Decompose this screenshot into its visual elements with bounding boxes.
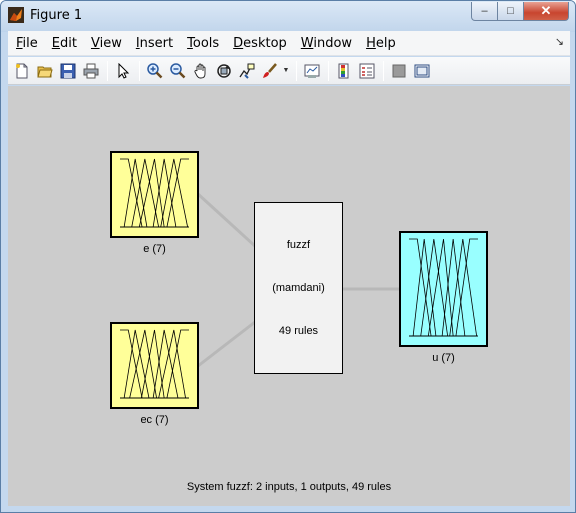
window-controls: – □ ✕ <box>471 2 569 21</box>
input-ec-mf-curve-7 <box>166 329 189 399</box>
new-figure-button[interactable] <box>11 60 33 82</box>
print-icon <box>83 63 99 78</box>
zoom-in-icon <box>147 62 163 78</box>
menu-view[interactable]: View <box>83 36 122 51</box>
print-button[interactable] <box>80 60 102 82</box>
colorbar-button[interactable] <box>333 60 355 82</box>
menu-file[interactable]: File <box>8 36 38 51</box>
input-ec-mf-curve-1 <box>120 329 143 399</box>
system-type: (mamdani) <box>272 282 325 294</box>
minimize-button[interactable]: – <box>471 2 498 21</box>
toolbar-separator <box>383 60 384 81</box>
open-file-button[interactable] <box>34 60 56 82</box>
window-title: Figure 1 <box>30 8 83 23</box>
input-ec-label: ec (7) <box>140 414 169 426</box>
pan-hand-icon <box>194 63 206 78</box>
legend-button[interactable] <box>356 60 378 82</box>
minimize-icon: – <box>481 5 488 17</box>
input-ec-mf-curve-2 <box>123 329 150 399</box>
edit-plot-arrow-icon <box>118 62 130 79</box>
toolbar-separator <box>296 60 297 81</box>
link-plot-button[interactable] <box>301 60 323 82</box>
show-plot-tools-button[interactable] <box>411 60 433 82</box>
maximize-button[interactable]: □ <box>498 2 524 21</box>
figure-window: Figure 1 – □ ✕ File Edit View Insert Tools De… <box>0 0 576 513</box>
brush-icon <box>263 62 277 78</box>
menu-help[interactable]: Help <box>358 36 396 51</box>
rotate-3d-button[interactable] <box>213 60 235 82</box>
system-rule-count: 49 rules <box>278 325 319 337</box>
connector-ec <box>197 320 256 368</box>
input-e-membership-plot <box>120 158 189 228</box>
output-u-block[interactable] <box>399 231 488 347</box>
input-e-block[interactable] <box>110 151 199 238</box>
title-bar[interactable]: Figure 1 – □ ✕ <box>1 1 575 31</box>
legend-icon <box>359 63 375 78</box>
figure-toolbar: ▼ <box>8 57 570 85</box>
close-button[interactable]: ✕ <box>524 2 569 21</box>
toolbar-separator <box>139 60 140 81</box>
new-figure-icon <box>16 63 28 78</box>
menu-desktop[interactable]: Desktop <box>225 36 287 51</box>
menu-tools[interactable]: Tools <box>179 36 219 51</box>
brush-button[interactable] <box>259 60 281 82</box>
input-e-mf-curve-1 <box>120 158 143 228</box>
pan-button[interactable] <box>190 60 212 82</box>
brush-dropdown-arrow-icon[interactable]: ▼ <box>282 60 290 82</box>
output-u-label: u (7) <box>432 352 455 364</box>
zoom-in-button[interactable] <box>144 60 166 82</box>
data-cursor-icon <box>239 63 255 79</box>
output-u-mf-curve-1 <box>409 238 432 337</box>
menubar: File Edit View Insert Tools Desktop Window Help… <box>8 31 570 56</box>
input-ec-membership-plot <box>120 329 189 399</box>
hide-plot-tools-button[interactable] <box>388 60 410 82</box>
toolbar-separator <box>328 60 329 81</box>
input-e-label: e (7) <box>143 243 166 255</box>
save-icon <box>60 63 76 78</box>
output-u-membership-plot <box>409 238 478 337</box>
zoom-out-icon <box>170 62 186 78</box>
rotate-3d-icon <box>217 63 231 78</box>
save-button[interactable] <box>57 60 79 82</box>
input-ec-block[interactable] <box>110 322 199 409</box>
link-plot-icon <box>304 64 320 78</box>
maximize-icon: □ <box>507 5 514 17</box>
hide-plot-tools-icon <box>392 64 406 77</box>
menu-insert[interactable]: Insert <box>128 36 173 51</box>
system-summary: System fuzzf: 2 inputs, 1 outputs, 49 ru… <box>186 481 392 493</box>
close-icon: ✕ <box>540 3 552 18</box>
input-ec-mf-curve-5 <box>152 329 179 399</box>
show-plot-tools-icon <box>414 64 430 77</box>
menu-window[interactable]: Window <box>293 36 352 51</box>
open-file-icon <box>37 66 53 77</box>
dock-figure-icon[interactable]: ↘ <box>555 35 564 48</box>
system-name: fuzzf <box>286 239 311 251</box>
connector-e <box>196 192 257 248</box>
toolbar-separator <box>107 60 108 81</box>
menu-edit[interactable]: Edit <box>44 36 77 51</box>
zoom-out-button[interactable] <box>167 60 189 82</box>
matlab-icon <box>8 7 24 23</box>
colorbar-icon <box>338 63 349 78</box>
figure-canvas[interactable]: e (7) ec (7) fuzzf (mamdani) 49 rules u … <box>8 86 570 506</box>
system-block[interactable]: fuzzf (mamdani) 49 rules <box>254 202 343 374</box>
edit-plot-button[interactable] <box>112 60 134 82</box>
data-cursor-button[interactable] <box>236 60 258 82</box>
